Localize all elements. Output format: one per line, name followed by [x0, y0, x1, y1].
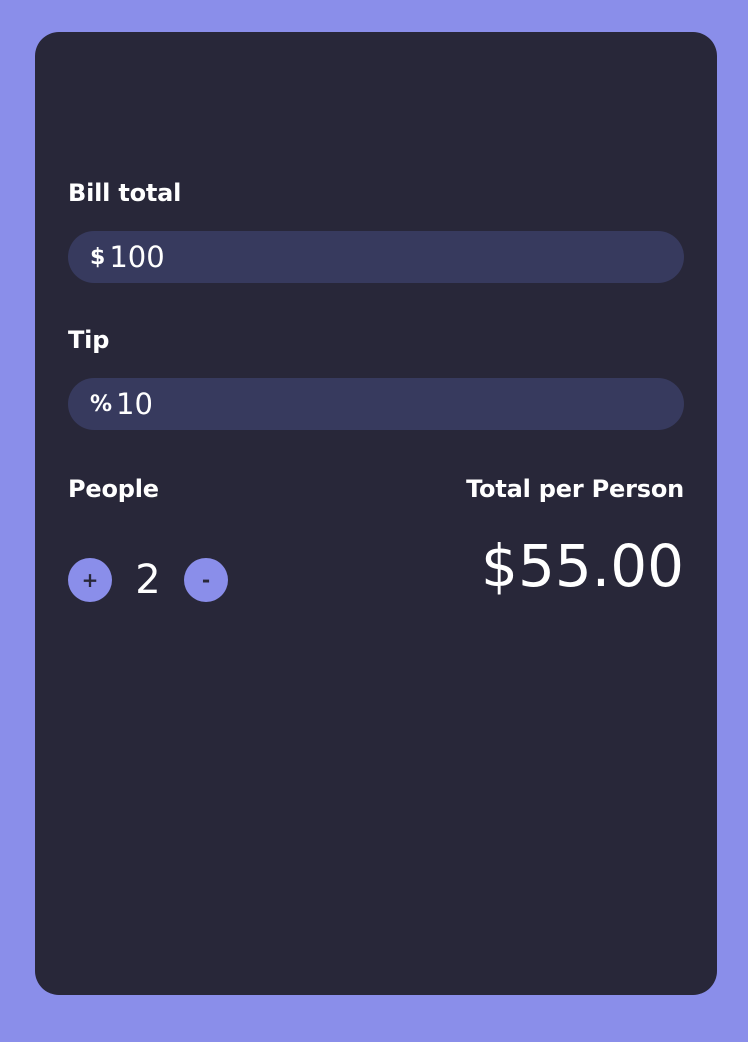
bill-total-input[interactable] — [109, 237, 684, 277]
total-per-person-label: Total per Person — [466, 475, 684, 503]
decrement-people-button[interactable]: - — [184, 558, 228, 602]
tip-input[interactable] — [116, 384, 684, 424]
tip-label: Tip — [68, 326, 110, 354]
percent-prefix-icon: % — [90, 391, 113, 417]
people-count: 2 — [135, 557, 161, 603]
people-stepper: + 2 - — [68, 557, 228, 603]
total-per-person-value: $55.00 — [481, 532, 684, 600]
tip-input-container: % — [68, 378, 684, 430]
increment-people-button[interactable]: + — [68, 558, 112, 602]
tip-calculator-card: Bill total $ Tip % People Total per Pers… — [35, 32, 717, 995]
bill-total-input-container: $ — [68, 231, 684, 283]
bill-total-label: Bill total — [68, 179, 182, 207]
people-label: People — [68, 475, 159, 503]
dollar-prefix-icon: $ — [90, 244, 106, 270]
